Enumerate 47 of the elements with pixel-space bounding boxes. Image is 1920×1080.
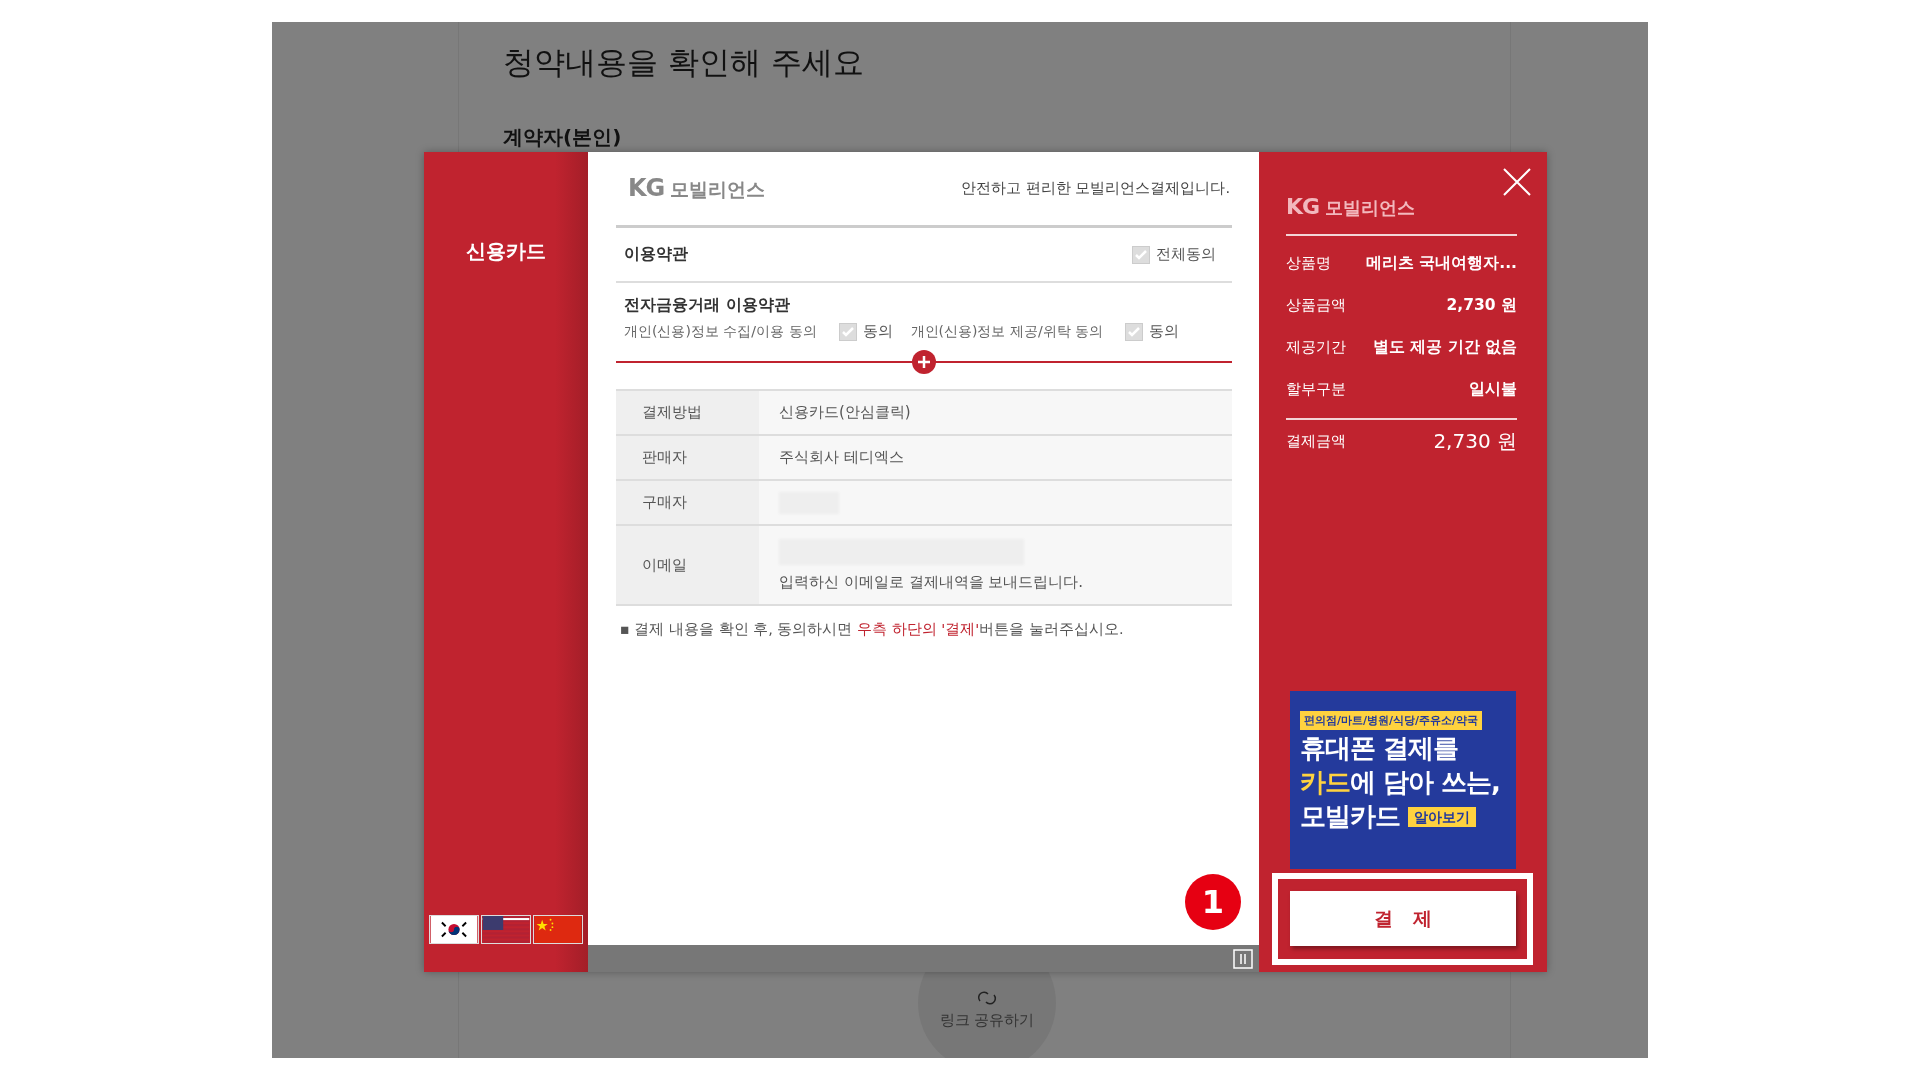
detail-label: 결제방법	[616, 391, 759, 434]
total-label: 결제금액	[1286, 431, 1346, 451]
logo-text: 모빌리언스	[670, 177, 766, 202]
summary-label: 상품금액	[1286, 295, 1346, 315]
section-heading: 계약자(본인)	[503, 124, 623, 151]
summary-value: 일시불	[1469, 378, 1517, 400]
logo-text: 모빌리언스	[1325, 196, 1416, 220]
terms-title: 이용약관	[624, 244, 688, 265]
detail-value: 신용카드(안심클릭)	[779, 403, 912, 422]
checkbox[interactable]	[838, 322, 857, 341]
logo-mark: KG	[628, 174, 665, 202]
expand-icon[interactable]	[912, 350, 936, 374]
total-value: 2,730 원	[1433, 427, 1517, 455]
detail-label: 판매자	[616, 436, 759, 479]
logo-mark: KG	[1286, 194, 1320, 219]
ad-tag: 편의점/마트/병원/식당/주유소/약국	[1300, 711, 1483, 730]
email-note: 입력하신 이메일로 결제내역을 보내드립니다.	[779, 572, 1085, 592]
summary-label: 상품명	[1286, 253, 1331, 273]
detail-value: 주식회사 테디엑스	[779, 448, 905, 467]
pay-button[interactable]: 결 제	[1290, 891, 1516, 946]
flag-icon[interactable]	[481, 915, 531, 944]
checkbox-label: 동의	[862, 322, 893, 341]
ad-headline: 모빌카드 알아보기	[1300, 801, 1508, 832]
ad-headline: 카드에 담아 쓰는,	[1300, 767, 1501, 798]
checkbox-label: 전체동의	[1156, 245, 1216, 264]
summary-label: 할부구분	[1286, 379, 1346, 399]
term-label: 개인(신용)정보 수집/이용 동의	[624, 322, 817, 341]
method-tab[interactable]: 신용카드	[466, 238, 546, 265]
checkbox-label: 동의	[1149, 322, 1180, 341]
summary-value: 2,730 원	[1446, 294, 1517, 316]
checkbox[interactable]	[1132, 245, 1150, 264]
ad-headline: 휴대폰 결제를	[1300, 734, 1460, 764]
detail-label: 구매자	[616, 481, 759, 524]
tagline: 안전하고 편리한 모빌리언스결제입니다.	[961, 179, 1230, 198]
flag-icon[interactable]	[429, 915, 479, 944]
ad-banner[interactable]: 편의점/마트/병원/식당/주유소/약국 휴대폰 결제를 카드에 담아 쓰는, 모빌카드 알아보기	[1290, 691, 1516, 869]
terms-section-title: 전자금융거래 이용약관	[624, 295, 790, 314]
pause-icon[interactable]	[1233, 948, 1253, 969]
notice-text: ▪ 결제 내용을 확인 후, 동의하시면 우측 하단의 '결제'버튼을 눌러주십시오.	[620, 620, 1125, 639]
checkbox[interactable]	[1125, 322, 1144, 341]
detail-label: 이메일	[616, 526, 759, 604]
summary-label: 제공기간	[1286, 337, 1346, 357]
term-label: 개인(신용)정보 제공/위탁 동의	[910, 322, 1104, 341]
summary-value: 별도 제공 기간 없음	[1372, 336, 1517, 358]
close-icon[interactable]	[1501, 166, 1533, 198]
summary-value: 메리츠 국내여행자...	[1365, 252, 1517, 274]
page-title: 청약내용을 확인해 주세요	[503, 43, 865, 82]
